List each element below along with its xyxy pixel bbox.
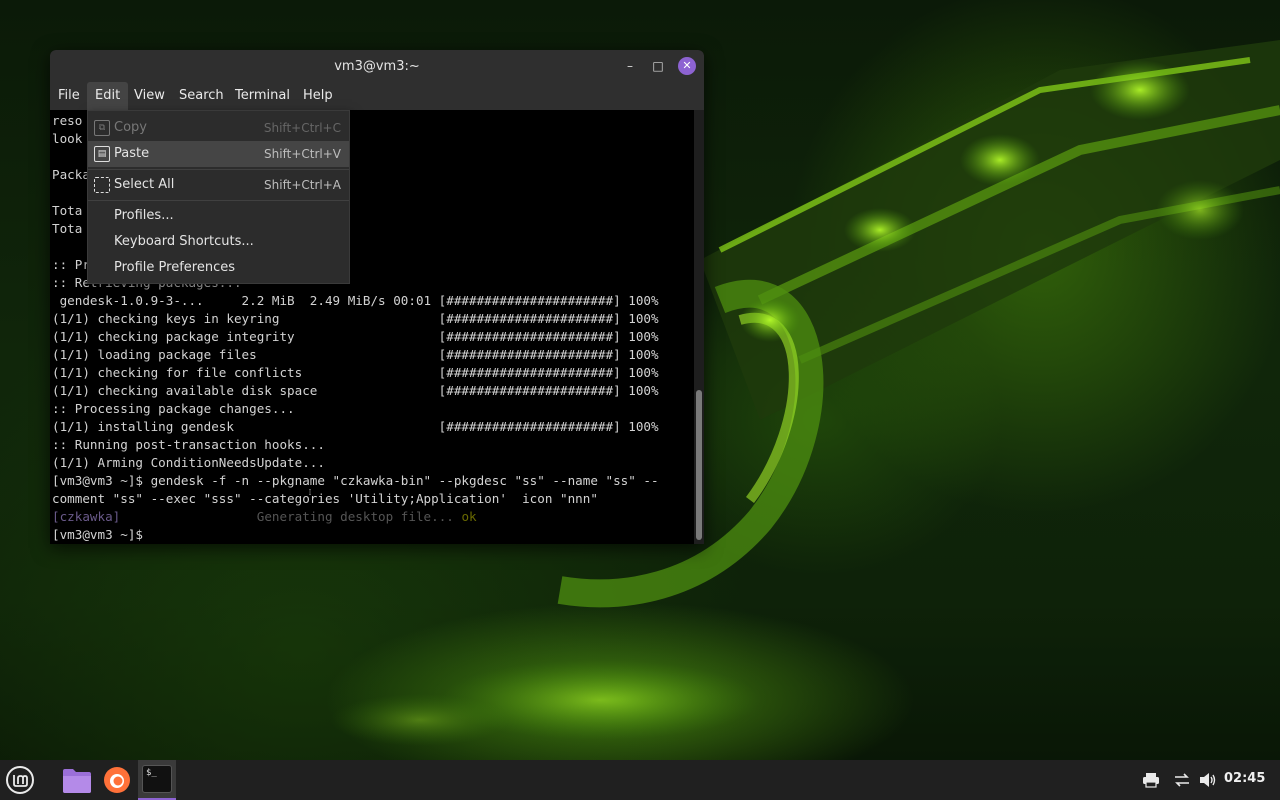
menu-search[interactable]: Search xyxy=(171,82,232,110)
scrollbar-thumb[interactable] xyxy=(696,390,702,540)
menu-item-keyboard-shortcuts[interactable]: Keyboard Shortcuts... xyxy=(88,229,349,255)
menu-item-shortcut: Shift+Ctrl+V xyxy=(264,147,341,161)
gen-ok: ok xyxy=(461,509,477,524)
paste-icon: ▤ xyxy=(94,146,110,162)
terminal-line: :: Processing package changes... xyxy=(52,401,295,416)
menu-item-shortcut: Shift+Ctrl+C xyxy=(263,121,341,135)
edit-menu-dropdown: ⧉ Copy Shift+Ctrl+C ▤ Paste Shift+Ctrl+V… xyxy=(87,110,350,284)
menu-item-profiles[interactable]: Profiles... xyxy=(88,203,349,229)
menu-item-paste[interactable]: ▤ Paste Shift+Ctrl+V xyxy=(88,141,349,167)
mint-menu-icon[interactable] xyxy=(5,765,35,795)
menu-item-label: Paste xyxy=(114,146,150,161)
terminal-line: Tota xyxy=(52,221,83,236)
terminal-line: reso xyxy=(52,113,83,128)
terminal-line: comment "ss" --exec "sss" --categories '… xyxy=(52,491,598,506)
terminal-line: Packa xyxy=(52,167,90,182)
menu-item-copy[interactable]: ⧉ Copy Shift+Ctrl+C xyxy=(88,115,349,141)
menu-item-shortcut: Shift+Ctrl+A xyxy=(264,178,341,192)
menu-item-label: Profile Preferences xyxy=(114,260,236,275)
terminal-line: (1/1) checking for file conflicts [#####… xyxy=(52,365,659,380)
clock[interactable]: 02:45 xyxy=(1224,771,1265,786)
firefox-icon[interactable] xyxy=(102,765,132,795)
ibeam-cursor-icon xyxy=(309,489,311,495)
menu-separator xyxy=(88,169,349,170)
menu-file[interactable]: File xyxy=(50,82,88,110)
menu-item-label: Copy xyxy=(114,120,147,135)
terminal-line: (1/1) Arming ConditionNeedsUpdate... xyxy=(52,455,325,470)
menu-view[interactable]: View xyxy=(126,82,173,110)
menu-item-profile-preferences[interactable]: Profile Preferences xyxy=(88,255,349,281)
copy-icon: ⧉ xyxy=(94,120,110,136)
terminal-app-icon: $_ xyxy=(142,765,172,793)
printer-icon[interactable] xyxy=(1142,772,1160,788)
window-title: vm3@vm3:~ xyxy=(334,59,420,74)
close-button[interactable]: ✕ xyxy=(678,57,696,75)
taskbar: $_ 02:45 xyxy=(0,760,1280,800)
menu-item-select-all[interactable]: Select All Shift+Ctrl+A xyxy=(88,172,349,198)
menu-item-label: Profiles... xyxy=(114,208,174,223)
window-titlebar[interactable]: vm3@vm3:~ – □ ✕ xyxy=(50,50,704,82)
terminal-line: Tota xyxy=(52,203,83,218)
menu-item-label: Select All xyxy=(114,177,175,192)
select-all-icon xyxy=(94,177,110,193)
terminal-line: (1/1) loading package files [###########… xyxy=(52,347,659,362)
terminal-line: (1/1) installing gendesk [##############… xyxy=(52,419,659,434)
gen-text: Generating desktop file... xyxy=(256,509,454,524)
menu-help[interactable]: Help xyxy=(295,82,341,110)
terminal-task-button[interactable]: $_ xyxy=(138,760,176,800)
terminal-gen-line: [czkawka] Generating desktop file... ok xyxy=(52,508,477,526)
terminal-line: :: Pr xyxy=(52,257,90,272)
menu-bar: File Edit View Search Terminal Help xyxy=(50,82,704,110)
terminal-line: [vm3@vm3 ~]$ gendesk -f -n --pkgname "cz… xyxy=(52,473,659,488)
gen-tag: [czkawka] xyxy=(52,509,121,524)
terminal-line: gendesk-1.0.9-3-... 2.2 MiB 2.49 MiB/s 0… xyxy=(52,293,659,308)
menu-separator xyxy=(88,200,349,201)
files-folder-icon[interactable] xyxy=(62,766,92,794)
menu-item-label: Keyboard Shortcuts... xyxy=(114,234,254,249)
terminal-prompt: [vm3@vm3 ~]$ xyxy=(52,527,151,542)
terminal-line: look xyxy=(52,131,83,146)
menu-terminal[interactable]: Terminal xyxy=(227,82,298,110)
maximize-button[interactable]: □ xyxy=(650,58,666,74)
volume-icon[interactable] xyxy=(1199,772,1217,788)
terminal-line: :: Running post-transaction hooks... xyxy=(52,437,325,452)
network-icon[interactable] xyxy=(1173,772,1191,788)
terminal-line: (1/1) checking package integrity [######… xyxy=(52,329,659,344)
menu-edit[interactable]: Edit xyxy=(87,82,129,110)
terminal-line: (1/1) checking available disk space [###… xyxy=(52,383,659,398)
minimize-button[interactable]: – xyxy=(622,58,638,74)
gen-spacer xyxy=(120,509,256,524)
terminal-scrollbar[interactable] xyxy=(694,110,704,544)
terminal-line: (1/1) checking keys in keyring [########… xyxy=(52,311,659,326)
